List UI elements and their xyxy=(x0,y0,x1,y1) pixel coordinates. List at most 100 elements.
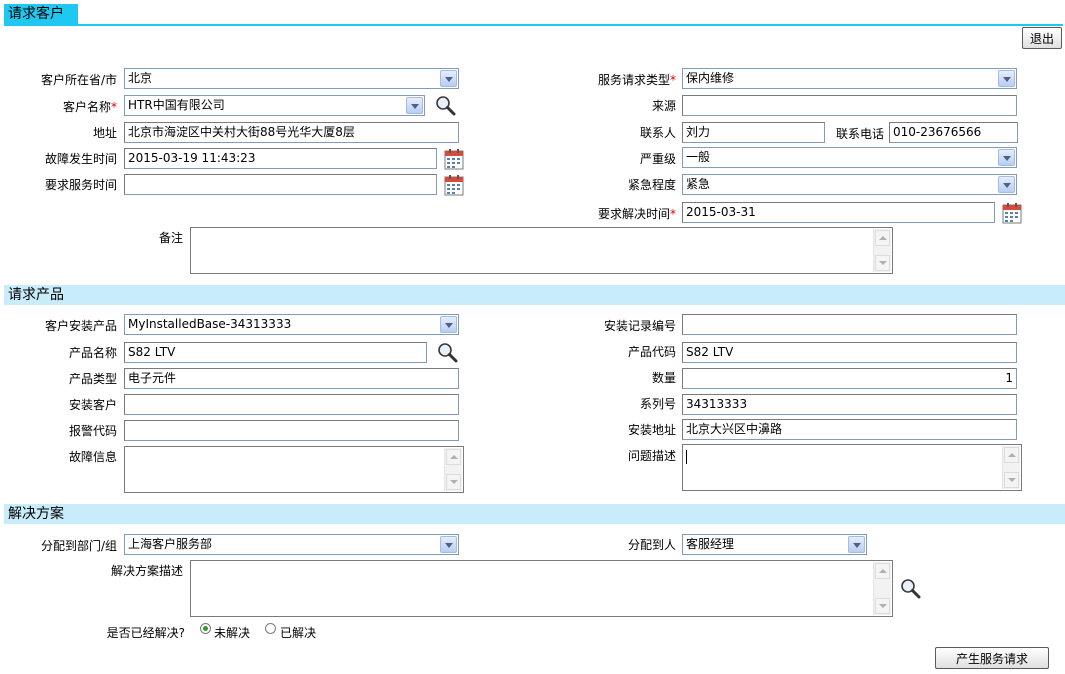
fault-time-input[interactable]: 2015-03-19 11:43:23 xyxy=(124,148,437,169)
province-value: 北京 xyxy=(128,71,153,85)
assignee-select[interactable]: 客服经理 xyxy=(682,534,867,555)
address-label: 地址 xyxy=(92,126,117,140)
install-customer-input[interactable] xyxy=(124,394,459,415)
solution-desc-textarea[interactable] xyxy=(190,560,893,617)
product-code-label: 产品代码 xyxy=(627,345,676,359)
scroll-down-icon[interactable] xyxy=(875,598,890,614)
magnifier-icon[interactable] xyxy=(899,578,923,600)
contact-input[interactable]: 刘力 xyxy=(682,122,825,143)
scrollbar[interactable] xyxy=(873,562,891,615)
request-time-label: 要求服务时间 xyxy=(44,178,117,192)
scrollbar[interactable] xyxy=(1002,446,1020,489)
dept-value: 上海客户服务部 xyxy=(128,537,213,551)
urgency-label: 紧急程度 xyxy=(627,178,676,192)
product-type-label: 产品类型 xyxy=(68,372,117,386)
scroll-down-icon[interactable] xyxy=(1004,472,1019,488)
customer-name-label: 客户名称* xyxy=(62,100,117,114)
record-no-input[interactable] xyxy=(682,314,1017,335)
solution-desc-label: 解决方案描述 xyxy=(110,564,183,578)
chevron-down-icon[interactable] xyxy=(440,536,457,553)
installed-product-select[interactable]: MyInstalledBase-34313333 xyxy=(124,314,459,335)
section-title-customer: 请求客户 xyxy=(4,4,78,24)
resolve-time-input[interactable]: 2015-03-31 xyxy=(682,202,995,223)
address-input[interactable]: 北京市海淀区中关村大街88号光华大厦8层 xyxy=(124,122,459,143)
scroll-down-icon[interactable] xyxy=(875,255,890,271)
record-no-label: 安装记录编号 xyxy=(603,319,676,333)
section-divider xyxy=(4,24,1063,26)
phone-input[interactable]: 010-23676566 xyxy=(889,122,1018,143)
severity-label: 严重级 xyxy=(639,152,676,166)
installed-product-label: 客户安装产品 xyxy=(44,319,117,333)
dept-select[interactable]: 上海客户服务部 xyxy=(124,534,459,555)
assignee-label: 分配到人 xyxy=(627,538,676,552)
customer-name-select[interactable]: HTR中国有限公司 xyxy=(124,95,425,116)
remark-label: 备注 xyxy=(158,231,183,245)
exit-button[interactable]: 退出 xyxy=(1022,27,1062,49)
installed-product-value: MyInstalledBase-34313333 xyxy=(128,317,292,331)
problem-textarea[interactable] xyxy=(682,444,1022,491)
chevron-down-icon[interactable] xyxy=(848,536,865,553)
chevron-down-icon[interactable] xyxy=(440,316,457,333)
section-title-product: 请求产品 xyxy=(4,285,1065,305)
scroll-up-icon[interactable] xyxy=(875,230,890,246)
scrollbar[interactable] xyxy=(873,229,891,272)
quantity-input[interactable]: 1 xyxy=(682,368,1017,389)
serial-input[interactable]: 34313333 xyxy=(682,394,1017,415)
severity-value: 一般 xyxy=(686,150,711,164)
product-name-input[interactable]: S82 LTV xyxy=(124,342,427,363)
fault-time-label: 故障发生时间 xyxy=(44,152,117,166)
product-code-input[interactable]: S82 LTV xyxy=(682,342,1017,363)
alarm-code-label: 报警代码 xyxy=(68,424,117,438)
customer-name-value: HTR中国有限公司 xyxy=(128,98,225,112)
resolved-question-label: 是否已经解决? xyxy=(106,626,185,640)
service-type-value: 保内维修 xyxy=(686,71,735,85)
radio-resolved[interactable] xyxy=(265,623,276,634)
phone-label: 联系电话 xyxy=(835,127,884,141)
province-select[interactable]: 北京 xyxy=(124,68,459,89)
magnifier-icon[interactable] xyxy=(436,342,460,364)
radio-unresolved-label[interactable]: 未解决 xyxy=(214,624,250,641)
alarm-code-input[interactable] xyxy=(124,420,459,441)
chevron-down-icon[interactable] xyxy=(406,97,423,114)
chevron-down-icon[interactable] xyxy=(998,176,1015,193)
province-label: 客户所在省/市 xyxy=(40,73,117,87)
request-time-input[interactable] xyxy=(124,174,437,195)
resolve-time-label: 要求解决时间* xyxy=(597,207,676,221)
fault-info-label: 故障信息 xyxy=(68,450,117,464)
service-type-select[interactable]: 保内维修 xyxy=(682,68,1017,89)
urgency-select[interactable]: 紧急 xyxy=(682,174,1017,195)
section-title-solution: 解决方案 xyxy=(4,504,1065,524)
calendar-icon[interactable] xyxy=(444,174,464,196)
product-name-label: 产品名称 xyxy=(68,346,117,360)
quantity-label: 数量 xyxy=(651,371,676,385)
fault-info-textarea[interactable] xyxy=(124,446,464,493)
severity-select[interactable]: 一般 xyxy=(682,147,1017,168)
dept-label: 分配到部门/组 xyxy=(40,539,117,553)
scroll-up-icon[interactable] xyxy=(1004,447,1019,463)
create-service-request-button[interactable]: 产生服务请求 xyxy=(935,647,1049,669)
assignee-value: 客服经理 xyxy=(686,537,735,551)
problem-label: 问题描述 xyxy=(627,449,676,463)
install-address-input[interactable]: 北京大兴区中濞路 xyxy=(682,419,1017,440)
chevron-down-icon[interactable] xyxy=(998,70,1015,87)
calendar-icon[interactable] xyxy=(1002,202,1022,224)
source-input[interactable] xyxy=(682,95,1017,116)
scroll-up-icon[interactable] xyxy=(875,563,890,579)
install-address-label: 安装地址 xyxy=(627,423,676,437)
contact-label: 联系人 xyxy=(639,126,676,140)
radio-resolved-label[interactable]: 已解决 xyxy=(280,624,316,641)
remark-textarea[interactable] xyxy=(190,227,893,274)
source-label: 来源 xyxy=(651,99,676,113)
chevron-down-icon[interactable] xyxy=(998,149,1015,166)
scroll-up-icon[interactable] xyxy=(446,449,461,465)
scroll-down-icon[interactable] xyxy=(446,474,461,490)
chevron-down-icon[interactable] xyxy=(440,70,457,87)
magnifier-icon[interactable] xyxy=(434,95,458,117)
radio-unresolved[interactable] xyxy=(200,623,211,634)
install-customer-label: 安装客户 xyxy=(68,398,117,412)
product-type-input[interactable]: 电子元件 xyxy=(124,368,459,389)
calendar-icon[interactable] xyxy=(444,148,464,170)
scrollbar[interactable] xyxy=(444,448,462,491)
serial-label: 系列号 xyxy=(639,397,676,411)
urgency-value: 紧急 xyxy=(686,177,711,191)
